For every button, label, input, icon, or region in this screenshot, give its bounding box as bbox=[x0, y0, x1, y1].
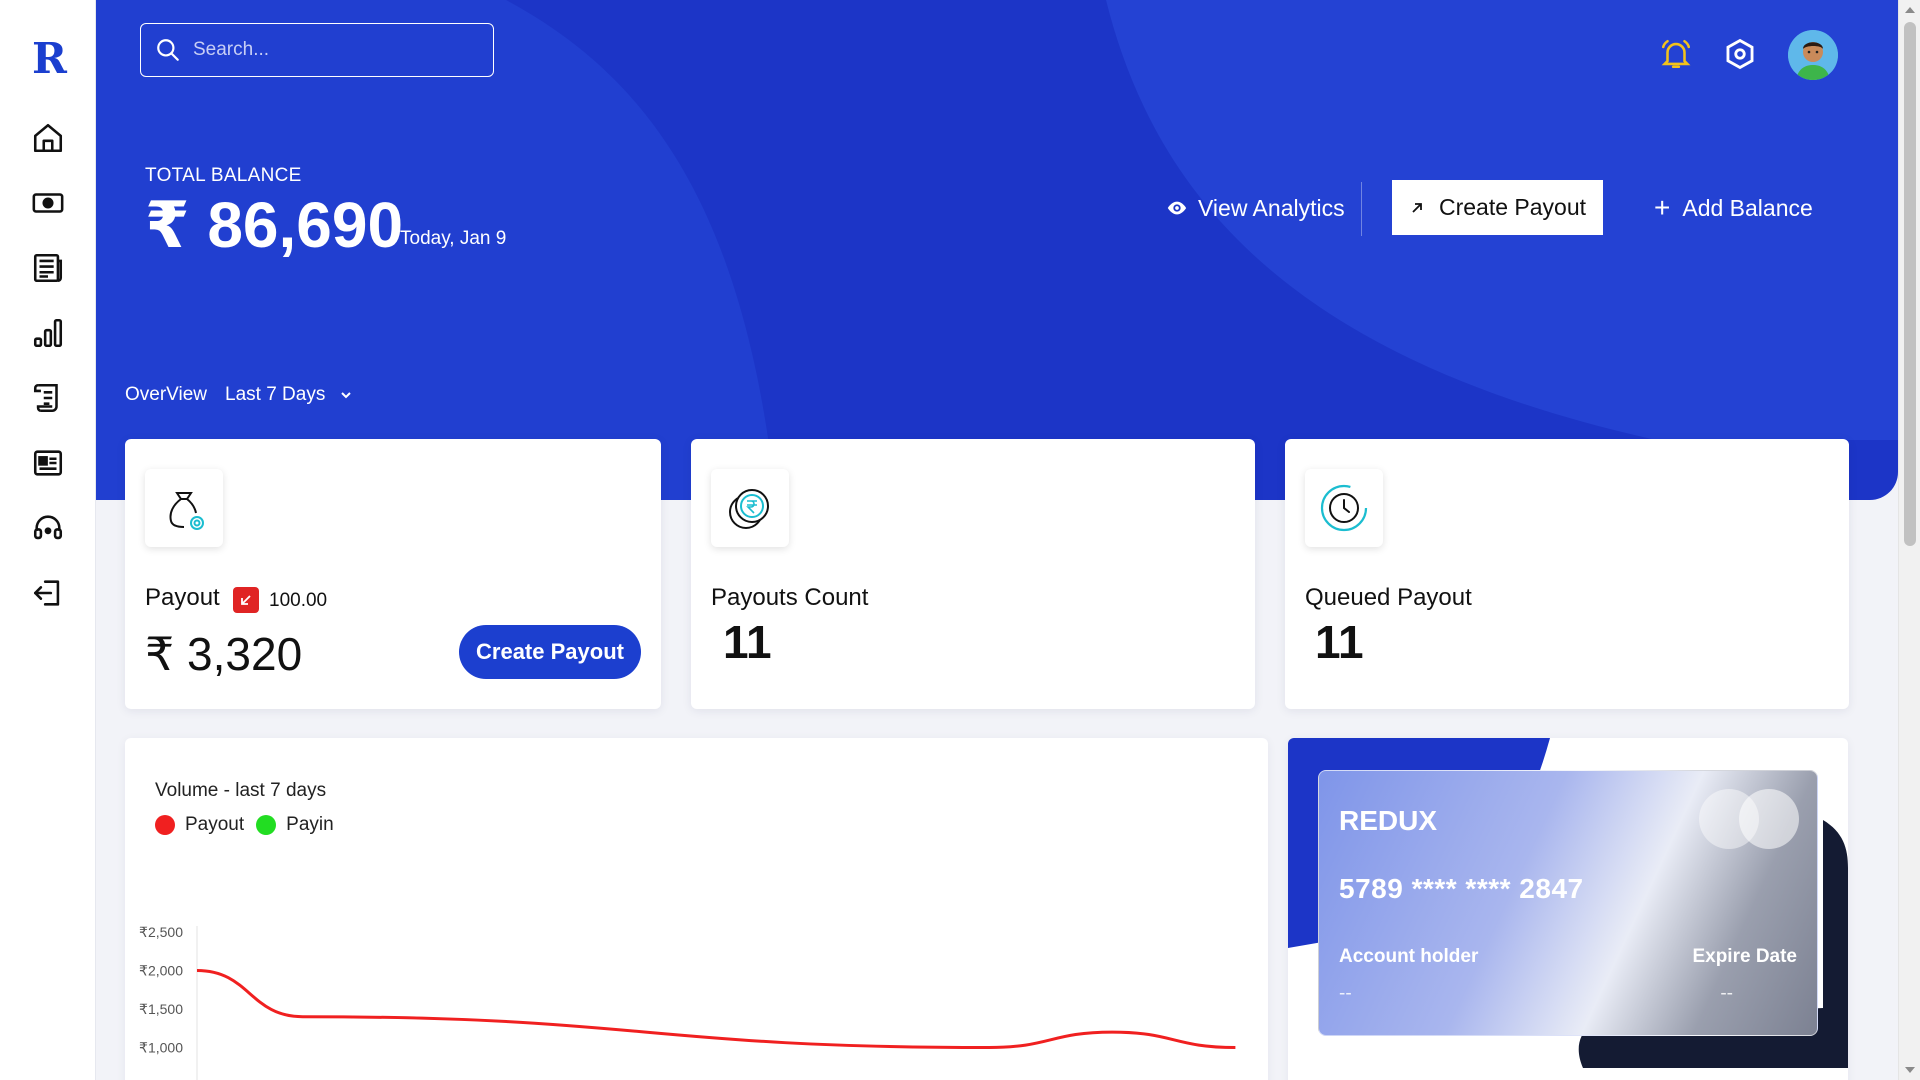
sidebar: R bbox=[0, 0, 96, 1080]
coins-icon bbox=[711, 469, 789, 547]
bar-chart-icon[interactable] bbox=[28, 313, 68, 353]
total-balance-label: TOTAL BALANCE bbox=[145, 165, 302, 186]
date-range-value: Last 7 Days bbox=[225, 384, 326, 405]
y-tick-label: ₹2,000 bbox=[139, 963, 183, 979]
add-balance-label: Add Balance bbox=[1682, 194, 1813, 221]
overview-filter: OverView Last 7 Days bbox=[125, 384, 353, 406]
eye-icon bbox=[1167, 201, 1187, 215]
y-tick-label: ₹1,500 bbox=[139, 1001, 183, 1017]
cash-icon[interactable] bbox=[28, 183, 68, 223]
add-balance-button[interactable]: + Add Balance bbox=[1654, 190, 1813, 226]
payouts-count-title: Payouts Count bbox=[711, 584, 869, 611]
page-scrollbar[interactable] bbox=[1898, 0, 1920, 1080]
logout-icon[interactable] bbox=[28, 573, 68, 613]
payout-series-line bbox=[196, 969, 1236, 1050]
total-balance-value: ₹ 86,690 bbox=[145, 189, 404, 261]
card-holder-label: Account holder bbox=[1339, 946, 1479, 967]
brand-logo[interactable]: R bbox=[32, 34, 67, 83]
scrollbar-thumb[interactable] bbox=[1904, 22, 1916, 546]
card-icon[interactable] bbox=[28, 443, 68, 483]
search-bar[interactable] bbox=[140, 23, 494, 77]
overview-label: OverView bbox=[125, 384, 208, 405]
plus-icon: + bbox=[1654, 192, 1671, 223]
card-number: 5789 **** **** 2847 bbox=[1339, 873, 1584, 904]
card-panel: REDUX 5789 **** **** 2847 Account holder… bbox=[1288, 738, 1848, 1080]
queued-payout-value: 11 bbox=[1315, 616, 1364, 668]
scroll-up-arrow[interactable] bbox=[1905, 7, 1915, 13]
create-payout-card-button[interactable]: Create Payout bbox=[459, 625, 641, 679]
payouts-count-value: 11 bbox=[723, 616, 772, 668]
home-icon[interactable] bbox=[28, 118, 68, 158]
credit-card[interactable]: REDUX 5789 **** **** 2847 Account holder… bbox=[1318, 770, 1818, 1036]
create-payout-button[interactable]: Create Payout bbox=[1392, 180, 1603, 235]
money-bag-icon bbox=[145, 469, 223, 547]
arrow-up-right-icon bbox=[1412, 202, 1422, 213]
card-holder-value: -- bbox=[1339, 983, 1352, 1004]
y-tick-label: ₹2,500 bbox=[139, 924, 183, 940]
payout-card: Payout 100.00 ₹ 3,320 Create Payout bbox=[125, 439, 661, 709]
action-divider bbox=[1361, 182, 1362, 236]
payout-delta: 100.00 bbox=[269, 590, 328, 611]
queued-payout-title: Queued Payout bbox=[1305, 584, 1472, 611]
balance-date: Today, Jan 9 bbox=[400, 228, 507, 249]
arrow-down-left-icon bbox=[233, 587, 259, 613]
date-range-dropdown[interactable]: Last 7 Days bbox=[225, 384, 353, 406]
search-icon bbox=[157, 39, 179, 61]
payout-amount: ₹ 3,320 bbox=[145, 628, 303, 680]
newspaper-icon[interactable] bbox=[28, 248, 68, 288]
bell-icon[interactable] bbox=[1658, 36, 1694, 72]
chevron-down-icon bbox=[341, 392, 352, 399]
volume-chart: ₹2,500₹2,000₹1,500₹1,000₹500 bbox=[139, 924, 1236, 1080]
view-analytics-label: View Analytics bbox=[1198, 194, 1345, 221]
scroll-down-arrow[interactable] bbox=[1905, 1067, 1915, 1073]
card-brand: REDUX bbox=[1339, 805, 1438, 836]
create-payout-label: Create Payout bbox=[1438, 194, 1587, 220]
avatar[interactable] bbox=[1788, 30, 1838, 80]
card-chip-circle-right bbox=[1739, 789, 1799, 849]
headset-icon[interactable] bbox=[28, 508, 68, 548]
queued-payout-card: Queued Payout 11 bbox=[1285, 439, 1849, 709]
search-input[interactable] bbox=[193, 39, 473, 61]
volume-chart-panel: Volume - last 7 days Payout Payin ₹2,500… bbox=[125, 738, 1268, 1080]
payout-title: Payout bbox=[145, 584, 220, 611]
scroll-icon[interactable] bbox=[28, 378, 68, 418]
payouts-count-card: Payouts Count 11 bbox=[691, 439, 1255, 709]
settings-icon[interactable] bbox=[1722, 36, 1758, 72]
card-expiry-value: -- bbox=[1720, 983, 1733, 1004]
y-tick-label: ₹1,000 bbox=[139, 1040, 183, 1056]
card-expiry-label: Expire Date bbox=[1692, 946, 1797, 967]
view-analytics-button[interactable]: View Analytics bbox=[1166, 190, 1345, 226]
clock-icon bbox=[1305, 469, 1383, 547]
